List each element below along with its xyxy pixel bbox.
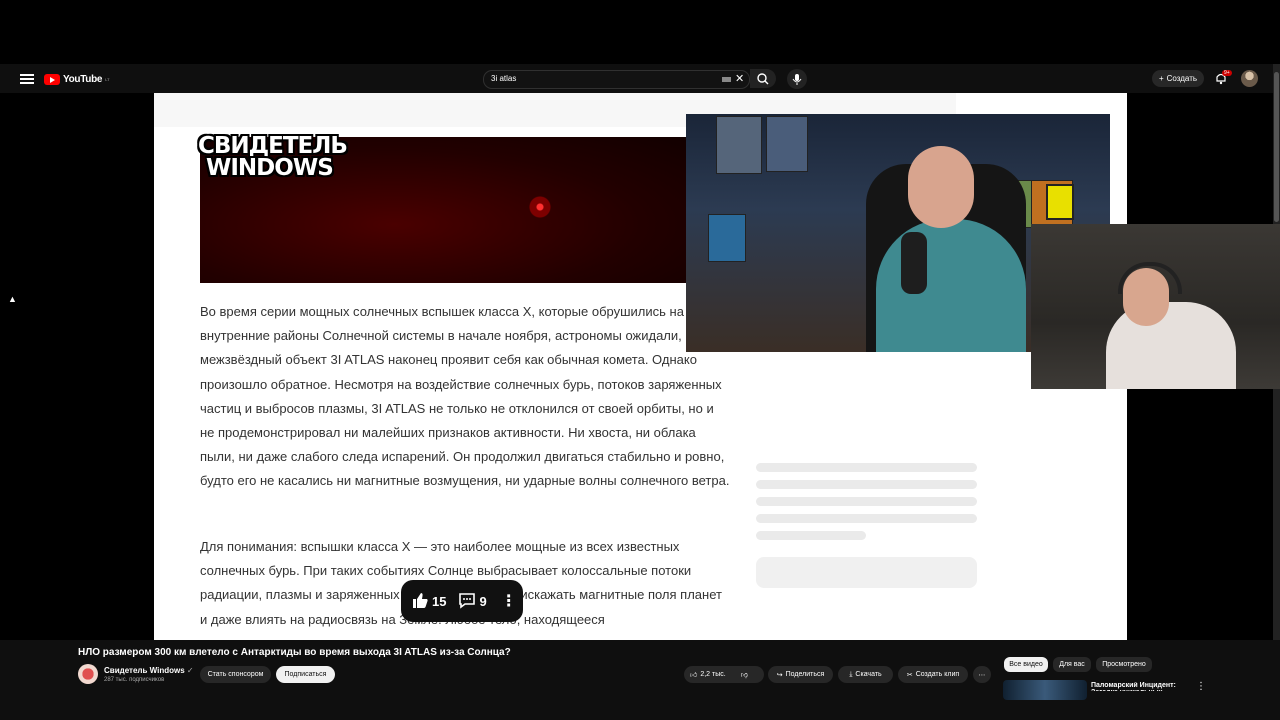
share-button[interactable]: ↪ Поделиться xyxy=(768,666,833,683)
loading-placeholder xyxy=(756,531,866,540)
menu-icon[interactable] xyxy=(20,74,34,84)
clip-button[interactable]: ✂ Создать клип xyxy=(898,666,968,683)
download-label: Скачать xyxy=(855,671,882,678)
article-paragraph-1: Во время серии мощных солнечных вспышек … xyxy=(200,300,730,494)
create-label: Создать xyxy=(1166,74,1198,83)
webcam-overlay-guest xyxy=(1031,224,1280,389)
video-title: НЛО размером 300 км влетело с Антарктиды… xyxy=(78,647,511,658)
clear-search-icon[interactable]: ✕ xyxy=(735,72,744,85)
youtube-logo[interactable]: YouTube LT xyxy=(44,72,110,86)
thumbs-down-icon[interactable]: 👎︎ xyxy=(741,670,748,679)
more-options-icon[interactable]: ⋮ xyxy=(501,591,517,611)
download-button[interactable]: ⤓ Скачать xyxy=(838,666,893,683)
sponsor-button[interactable]: Стать спонсором xyxy=(200,666,271,683)
share-label: Поделиться xyxy=(785,671,825,678)
sponsor-label: Стать спонсором xyxy=(207,671,264,678)
loading-placeholder xyxy=(756,497,977,506)
recommended-video-title[interactable]: Паломарский Инцидент: Загадка уникальных xyxy=(1091,682,1191,691)
subscribe-button[interactable]: Подписаться xyxy=(276,666,335,683)
comment-count: 9 xyxy=(479,593,487,609)
recommended-more-icon[interactable]: ⋮ xyxy=(1196,681,1206,692)
loading-placeholder-box xyxy=(756,557,977,588)
account-avatar[interactable] xyxy=(1241,70,1258,87)
chip-label: Просмотрено xyxy=(1102,661,1146,668)
create-button[interactable]: + Создать xyxy=(1152,70,1204,87)
subscribe-label: Подписаться xyxy=(284,671,327,678)
chip-for-you[interactable]: Для вас xyxy=(1053,657,1091,672)
like-dislike-group[interactable]: 👍︎ 2,2 тыс. 👎︎ xyxy=(684,666,764,683)
loading-placeholder xyxy=(756,514,977,523)
more-horizontal-icon: ⋯ xyxy=(978,671,986,679)
loading-placeholder xyxy=(756,480,977,489)
share-icon: ↪ xyxy=(776,671,783,679)
plus-icon: + xyxy=(1158,74,1164,83)
clip-label: Создать клип xyxy=(915,671,960,678)
microphone-icon xyxy=(792,74,802,85)
channel-name[interactable]: Свидетель Windows ✓ xyxy=(104,666,194,675)
mouse-cursor-icon: ▲ xyxy=(8,294,17,304)
search-input[interactable]: 3i atlas ✕ xyxy=(483,70,750,89)
voice-search-button[interactable] xyxy=(787,69,807,89)
channel-name-text: Свидетель Windows xyxy=(104,666,185,675)
channel-watermark: СВИДЕТЕЛЬ WINDOWS xyxy=(198,133,348,181)
download-icon: ⤓ xyxy=(849,670,853,678)
loading-placeholder xyxy=(756,463,977,472)
chip-label: Все видео xyxy=(1009,661,1043,668)
notification-badge: 9+ xyxy=(1222,70,1232,76)
watermark-line1: СВИДЕТЕЛЬ xyxy=(198,133,348,159)
verified-icon: ✓ xyxy=(186,666,194,675)
recommended-video-thumbnail[interactable] xyxy=(1003,680,1087,700)
search-icon xyxy=(757,73,769,85)
chip-watched[interactable]: Просмотрено xyxy=(1096,657,1152,672)
chip-all[interactable]: Все видео xyxy=(1004,657,1048,672)
logo-text: YouTube xyxy=(63,73,103,85)
comment-icon[interactable] xyxy=(458,591,476,612)
search-value: 3i atlas xyxy=(491,74,517,83)
scissors-icon: ✂ xyxy=(906,671,913,679)
keyboard-icon[interactable] xyxy=(722,77,731,82)
like-icon[interactable] xyxy=(411,591,429,612)
subscriber-count: 287 тыс. подписчиков xyxy=(104,677,165,683)
shorts-reaction-bar: 15 9 ⋮ xyxy=(401,580,523,622)
watermark-line2: WINDOWS xyxy=(206,155,334,181)
chip-label: Для вас xyxy=(1059,661,1085,668)
logo-superscript: LT xyxy=(105,76,110,82)
thumbs-up-icon[interactable]: 👍︎ xyxy=(690,670,697,679)
like-count-label: 2,2 тыс. xyxy=(700,671,726,678)
paragraph-text: Во время серии мощных солнечных вспышек … xyxy=(200,304,730,489)
search-button[interactable] xyxy=(750,69,776,88)
more-actions-button[interactable]: ⋯ xyxy=(973,666,991,683)
channel-avatar[interactable] xyxy=(78,664,98,684)
youtube-play-icon xyxy=(44,73,60,85)
like-count: 15 xyxy=(432,593,447,609)
